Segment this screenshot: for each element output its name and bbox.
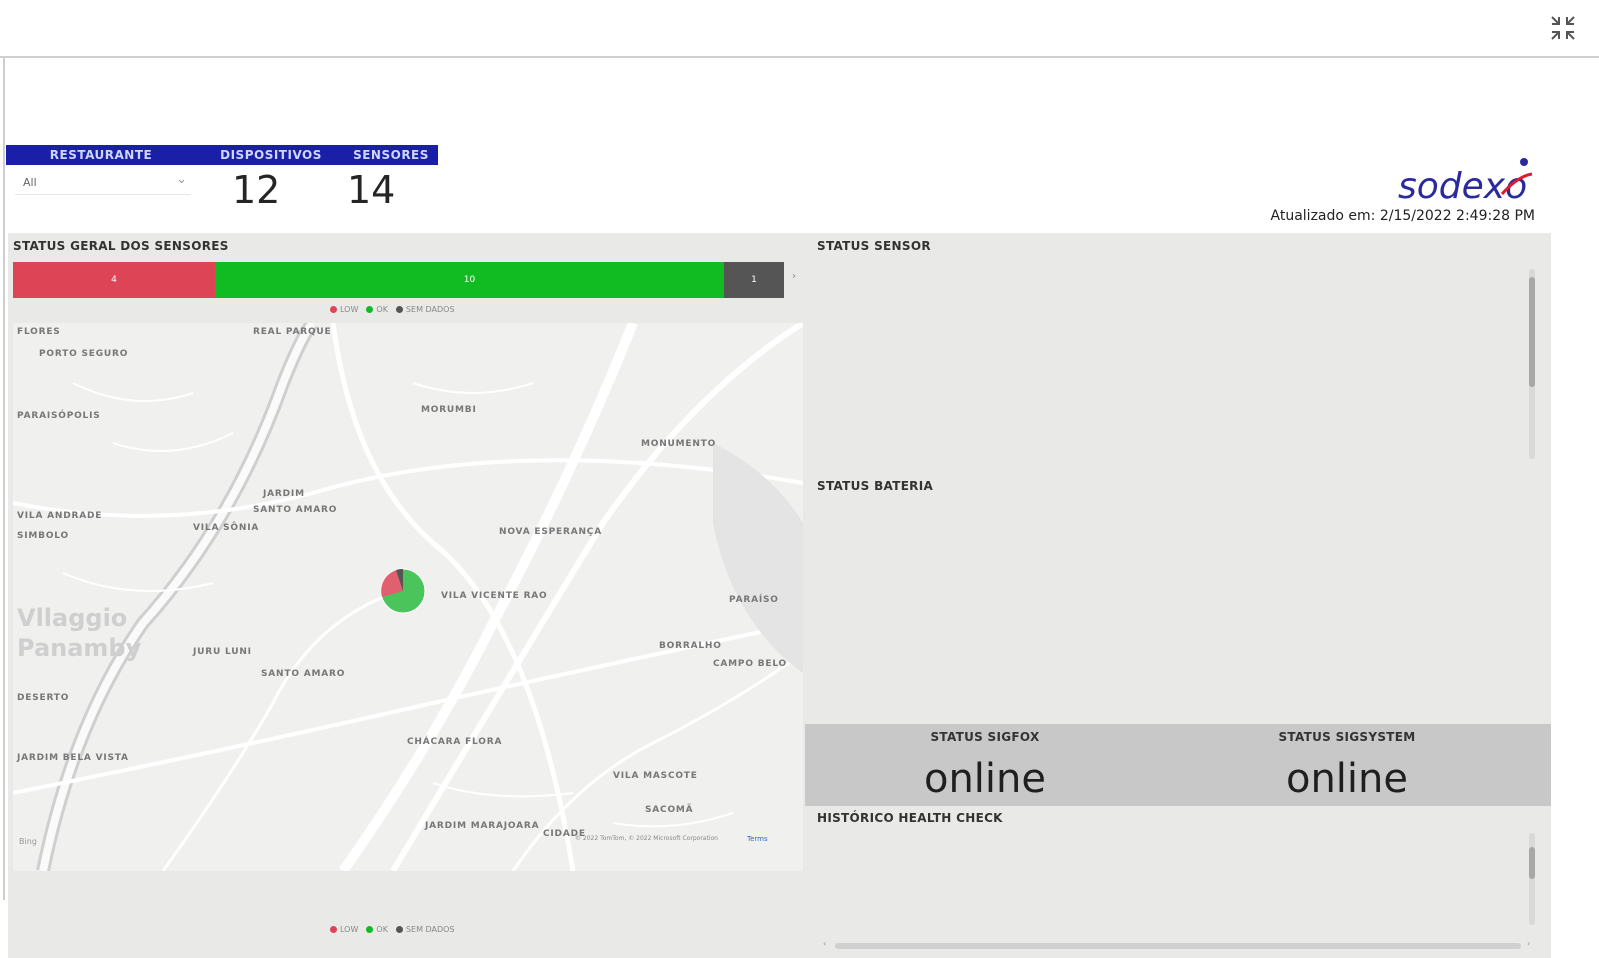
- map-label: JURU LUNI: [193, 647, 252, 657]
- general-status-panel: STATUS GERAL DOS SENSORES 4 10 1 › LOW O…: [8, 233, 805, 958]
- bar-scroll-arrow-icon[interactable]: ›: [792, 271, 796, 282]
- scroll-left-icon[interactable]: ‹: [823, 939, 826, 948]
- bar-segment-no-data[interactable]: 1: [724, 262, 784, 298]
- kpi-label-devices: DISPOSITIVOS: [220, 148, 322, 162]
- map-label: JARDIM: [263, 489, 305, 499]
- map-label: DESERTO: [17, 693, 70, 703]
- legend-item-ok: OK: [366, 925, 388, 934]
- map-label: VILA ANDRADE: [17, 511, 103, 521]
- bar-segment-low[interactable]: 4: [13, 262, 215, 298]
- report-canvas: RESTAURANTE DISPOSITIVOS SENSORES All ⌄ …: [3, 58, 1597, 958]
- map-label: NOVA ESPERANÇA: [499, 527, 602, 537]
- legend-item-low: LOW: [330, 925, 358, 934]
- map-label: REAL PARQUE: [253, 327, 332, 337]
- devices-count: 12: [232, 168, 281, 212]
- last-updated-text: Atualizado em: 2/15/2022 2:49:28 PM: [1270, 208, 1535, 224]
- chevron-down-icon[interactable]: ⌄: [176, 172, 187, 187]
- collapse-icon[interactable]: [1549, 14, 1577, 42]
- general-status-title: STATUS GERAL DOS SENSORES: [13, 239, 229, 253]
- connectivity-status-band: STATUS SIGFOX online STATUS SIGSYSTEM on…: [805, 724, 1551, 806]
- scrollbar-thumb[interactable]: [1529, 847, 1535, 879]
- slicer-value: All: [23, 176, 37, 189]
- map-label: JARDIM MARAJOARA: [425, 821, 540, 831]
- scrollbar-thumb[interactable]: [1529, 277, 1535, 387]
- map-label: JARDIM BELA VISTA: [17, 753, 129, 763]
- history-scrollbar-horizontal[interactable]: [835, 943, 1521, 949]
- map-label: FLORES: [17, 327, 61, 337]
- map-label: VILA SÔNIA: [193, 523, 260, 533]
- health-check-history-title: HISTÓRICO HEALTH CHECK: [817, 811, 1003, 825]
- legend-item-ok: OK: [366, 305, 388, 314]
- bar-legend: LOW OK SEM DADOS: [330, 305, 455, 314]
- sigfox-status-value: online: [923, 756, 1046, 802]
- bing-logo: Bing: [19, 837, 37, 846]
- map-label: PARAISÓPOLIS: [17, 411, 101, 421]
- history-scrollbar-vertical[interactable]: [1529, 833, 1535, 925]
- map-label: SANTO AMARO: [261, 669, 346, 679]
- kpi-header-bar: RESTAURANTE DISPOSITIVOS SENSORES: [6, 145, 438, 165]
- restaurant-slicer-dropdown[interactable]: All ⌄: [15, 170, 191, 195]
- map-watermark: Vllaggio Panamby: [17, 604, 142, 662]
- map-attribution: © 2022 TomTom, © 2022 Microsoft Corporat…: [575, 835, 718, 842]
- kpi-label-sensors: SENSORES: [353, 148, 429, 162]
- map-label: BORRALHO: [659, 641, 722, 651]
- map-label: MONUMENTO: [641, 439, 717, 449]
- general-status-stacked-bar[interactable]: 4 10 1: [13, 262, 784, 298]
- sigfox-status-title: STATUS SIGFOX: [930, 730, 1040, 744]
- map-label: CHÁCARA FLORA: [407, 737, 503, 747]
- map-label: SACOMÃ: [645, 805, 694, 815]
- sodexo-logo: sodexo: [1398, 156, 1548, 210]
- map-label: VILA MASCOTE: [613, 771, 698, 781]
- battery-status-title: STATUS BATERIA: [817, 479, 934, 493]
- map-label: SANTO AMARO: [253, 505, 338, 515]
- map-label: PORTO SEGURO: [39, 349, 129, 359]
- bar-segment-ok[interactable]: 10: [215, 262, 724, 298]
- legend-item-low: LOW: [330, 305, 358, 314]
- legend-item-no-data: SEM DADOS: [395, 305, 455, 314]
- sigsystem-status-value: online: [1285, 756, 1408, 802]
- map-legend: LOW OK SEM DADOS: [330, 925, 455, 934]
- map-label: CAMPO BELO: [713, 659, 787, 669]
- legend-item-no-data: SEM DADOS: [395, 925, 455, 934]
- sigsystem-status-title: STATUS SIGSYSTEM: [1278, 730, 1416, 744]
- status-panel-right: STATUS SENSOR STATUS BATERIA STATUS SIGF…: [805, 233, 1551, 958]
- sensor-pie-marker[interactable]: [379, 567, 427, 615]
- sensor-map[interactable]: Vllaggio Panamby FLORES PORTO SEGURO REAL…: [13, 323, 803, 871]
- map-label: MORUMBI: [421, 405, 477, 415]
- top-bar: [0, 0, 1599, 58]
- sensors-count: 14: [347, 168, 396, 212]
- sensor-status-title: STATUS SENSOR: [817, 239, 931, 253]
- kpi-label-restaurant: RESTAURANTE: [49, 148, 153, 162]
- scroll-right-icon[interactable]: ›: [1527, 939, 1530, 948]
- map-label: PARAÍSO: [729, 595, 779, 605]
- map-terms-link[interactable]: Terms: [747, 835, 768, 843]
- sensor-status-scrollbar[interactable]: [1529, 269, 1535, 459]
- map-label: SIMBOLO: [17, 531, 69, 541]
- map-label: VILA VICENTE RAO: [441, 591, 548, 601]
